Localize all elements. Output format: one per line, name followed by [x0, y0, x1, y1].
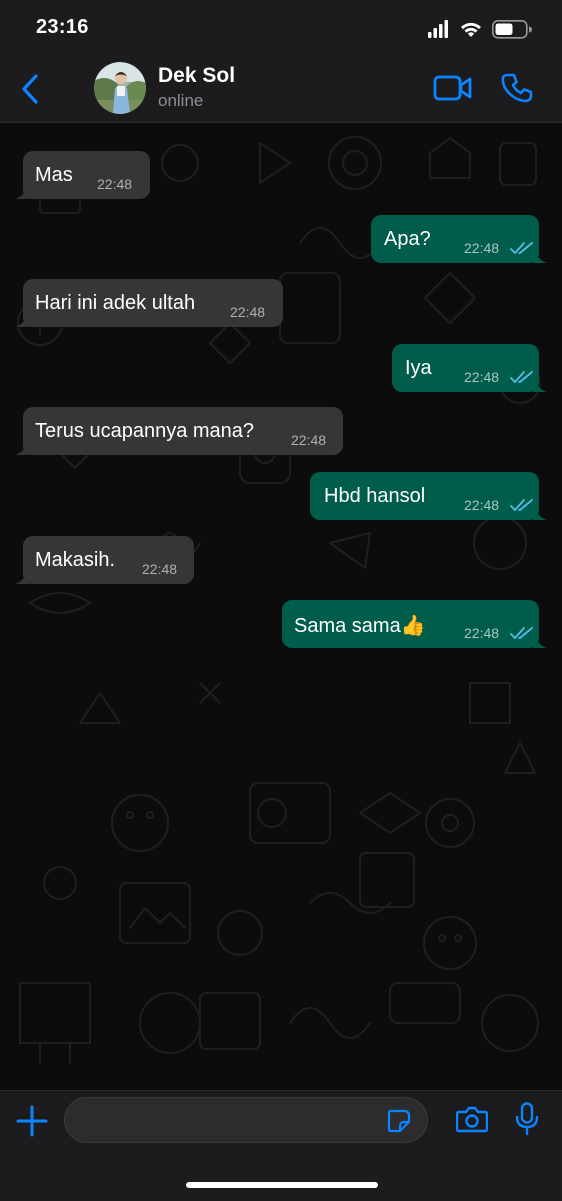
message-text: Makasih. — [35, 549, 116, 571]
message-text: Apa? — [384, 228, 431, 250]
avatar[interactable] — [94, 62, 146, 114]
message-outgoing[interactable]: Iya 22:48 — [392, 344, 547, 392]
message-incoming[interactable]: Terus ucapannya mana? 22:48 — [15, 407, 343, 455]
contact-status: online — [158, 91, 204, 110]
chat-area[interactable]: Mas 22:48 Apa? 22:48 Hari ini adek ultah… — [0, 123, 562, 1090]
message-time: 22:48 — [464, 240, 500, 256]
input-bar — [0, 1090, 562, 1201]
message-text: Terus ucapannya mana? — [35, 420, 255, 442]
chat-header: Dek Sol online — [0, 58, 562, 123]
bubble-tail — [533, 249, 547, 263]
read-receipt-icon — [510, 627, 533, 639]
read-receipt-icon — [510, 499, 533, 511]
signal-icon — [428, 20, 448, 38]
bubble-tail — [15, 313, 29, 327]
wifi-icon — [461, 22, 481, 37]
plus-icon[interactable] — [16, 1105, 48, 1137]
message-time: 22:48 — [464, 369, 500, 385]
bubble-tail — [533, 506, 547, 520]
message-text: Sama sama👍 — [294, 615, 426, 637]
battery-icon — [492, 20, 532, 39]
bubble-tail — [533, 634, 547, 648]
message-text: Iya — [405, 357, 432, 379]
message-text: Hari ini adek ultah — [35, 292, 196, 314]
bubble-tail — [15, 185, 29, 199]
message-field[interactable] — [64, 1097, 428, 1143]
message-incoming[interactable]: Hari ini adek ultah 22:48 — [15, 279, 283, 327]
camera-icon[interactable] — [456, 1105, 488, 1133]
home-indicator[interactable] — [186, 1182, 378, 1188]
message-time: 22:48 — [291, 432, 327, 448]
video-call-icon[interactable] — [433, 73, 473, 103]
sticker-icon[interactable] — [387, 1109, 411, 1133]
message-time: 22:48 — [142, 561, 178, 577]
message-time: 22:48 — [230, 304, 266, 320]
message-time: 22:48 — [464, 497, 500, 513]
bubble-tail — [15, 570, 29, 584]
message-text: Hbd hansol — [324, 485, 426, 507]
microphone-icon[interactable] — [515, 1102, 539, 1136]
message-outgoing[interactable]: Hbd hansol 22:48 — [310, 472, 547, 520]
back-chevron-icon[interactable] — [18, 72, 44, 106]
read-receipt-icon — [510, 371, 533, 383]
message-outgoing[interactable]: Sama sama👍 22:48 — [282, 600, 547, 648]
message-outgoing[interactable]: Apa? 22:48 — [371, 215, 547, 263]
bubble-tail — [533, 378, 547, 392]
status-time: 23:16 — [36, 16, 89, 38]
message-incoming[interactable]: Mas 22:48 — [15, 151, 150, 199]
message-text: Mas — [35, 164, 73, 186]
contact-name[interactable]: Dek Sol — [158, 64, 235, 88]
read-receipt-icon — [510, 242, 533, 254]
message-incoming[interactable]: Makasih. 22:48 — [15, 536, 194, 584]
message-time: 22:48 — [464, 625, 500, 641]
status-bar: 23:16 — [0, 0, 562, 58]
message-time: 22:48 — [97, 176, 133, 192]
phone-icon[interactable] — [500, 72, 534, 106]
status-icons — [428, 20, 532, 39]
bubble-tail — [15, 441, 29, 455]
message-input[interactable] — [79, 1108, 383, 1134]
